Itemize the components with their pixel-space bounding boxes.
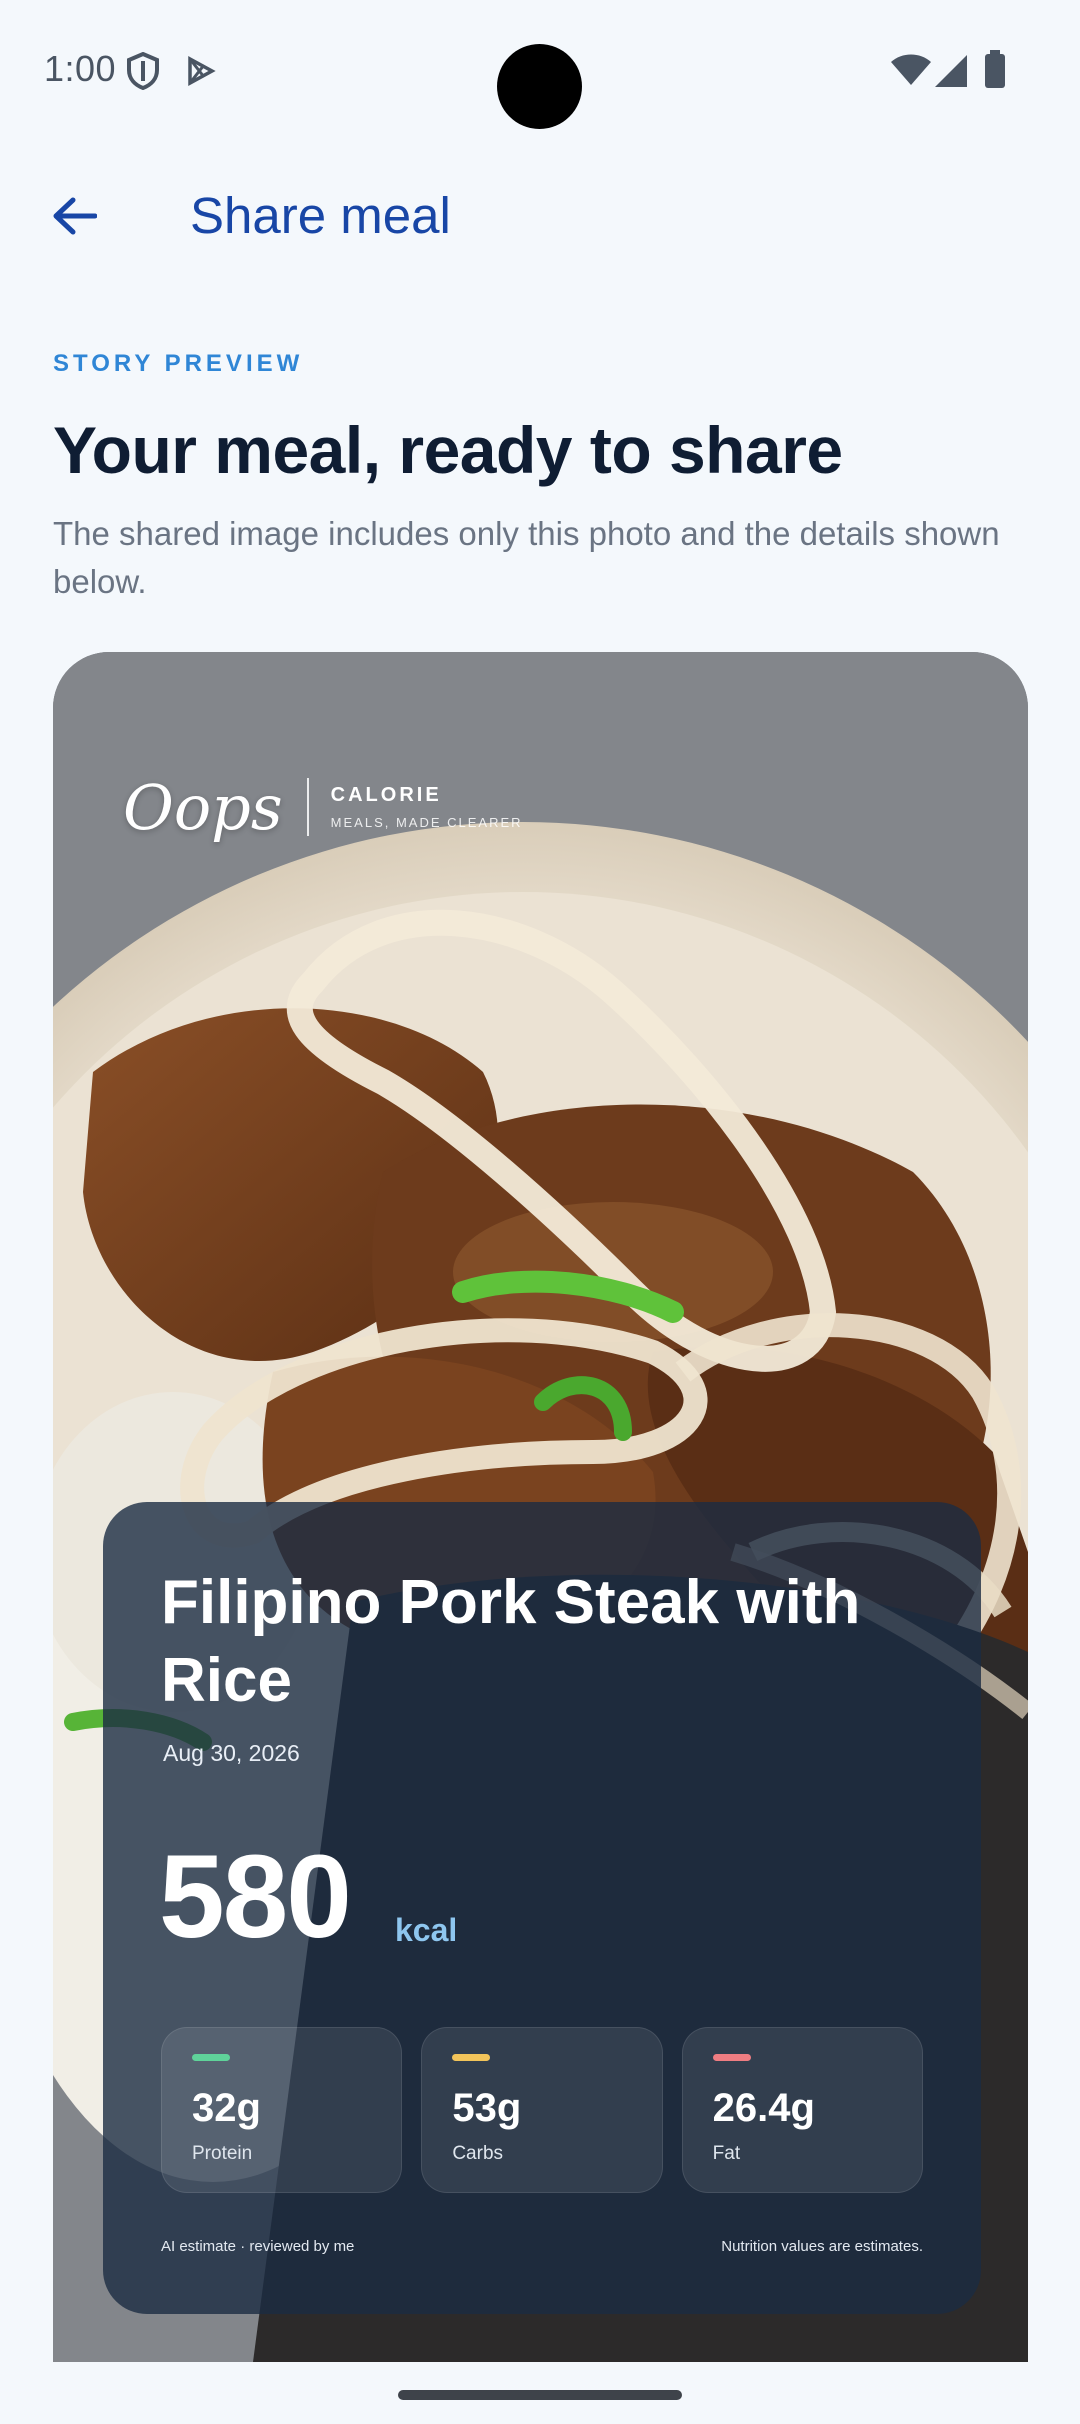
headline: Your meal, ready to share — [53, 413, 843, 487]
macro-value: 53g — [452, 2086, 522, 2130]
estimate-note: AI estimate · reviewed by me — [161, 2238, 355, 2255]
macro-summary: 32g Protein 53g Carbs 26.4g Fat — [161, 2027, 923, 2193]
arrow-left-icon — [53, 197, 97, 235]
macro-card-carbs: 53g Carbs — [421, 2027, 663, 2193]
brand-tagline: MEALS, MADE CLEARER — [330, 815, 523, 830]
brand-script-wordmark: Oops — [123, 770, 283, 844]
status-bar: 1:00 — [0, 0, 1080, 140]
story-preview-card: Oops CALORIE MEALS, MADE CLEARER Filipin… — [53, 652, 1028, 2362]
macro-card-fat: 26.4g Fat — [681, 2027, 923, 2193]
disclaimer-note: Nutrition values are estimates. — [721, 2238, 923, 2255]
brand-name: CALORIE — [330, 784, 442, 806]
macro-indicator — [712, 2054, 751, 2061]
battery-icon — [985, 50, 1005, 88]
calorie-value: 580 — [159, 1831, 352, 1963]
cellular-signal-icon — [935, 55, 967, 87]
description-text: The shared image includes only this phot… — [53, 515, 1000, 600]
section-overline: STORY PREVIEW — [53, 350, 304, 377]
camera-cutout — [497, 44, 582, 129]
home-indicator[interactable] — [398, 2390, 682, 2400]
macro-value: 32g — [192, 2086, 261, 2130]
macro-value: 26.4g — [712, 2086, 815, 2130]
page-title: Share meal — [190, 187, 451, 244]
macro-label: Protein — [192, 2143, 253, 2164]
meal-info-panel: Filipino Pork Steak with Rice Aug 30, 20… — [103, 1502, 981, 2314]
brand-divider — [306, 778, 309, 836]
calorie-unit: kcal — [395, 1912, 458, 1948]
macro-label: Fat — [712, 2143, 741, 2164]
shield-icon — [127, 52, 159, 90]
play-store-icon — [188, 56, 216, 86]
macro-indicator — [192, 2054, 230, 2061]
macro-card-protein: 32g Protein — [161, 2027, 403, 2193]
back-button[interactable] — [34, 176, 114, 256]
brand-logo: Oops CALORIE MEALS, MADE CLEARER — [123, 762, 523, 852]
macro-indicator — [452, 2054, 491, 2061]
meal-name: Filipino Pork Steak with Rice — [161, 1568, 861, 1715]
macro-label: Carbs — [452, 2143, 504, 2164]
meal-date: Aug 30, 2026 — [163, 1740, 300, 1766]
wifi-icon — [891, 54, 931, 85]
status-time: 1:00 — [44, 48, 117, 89]
